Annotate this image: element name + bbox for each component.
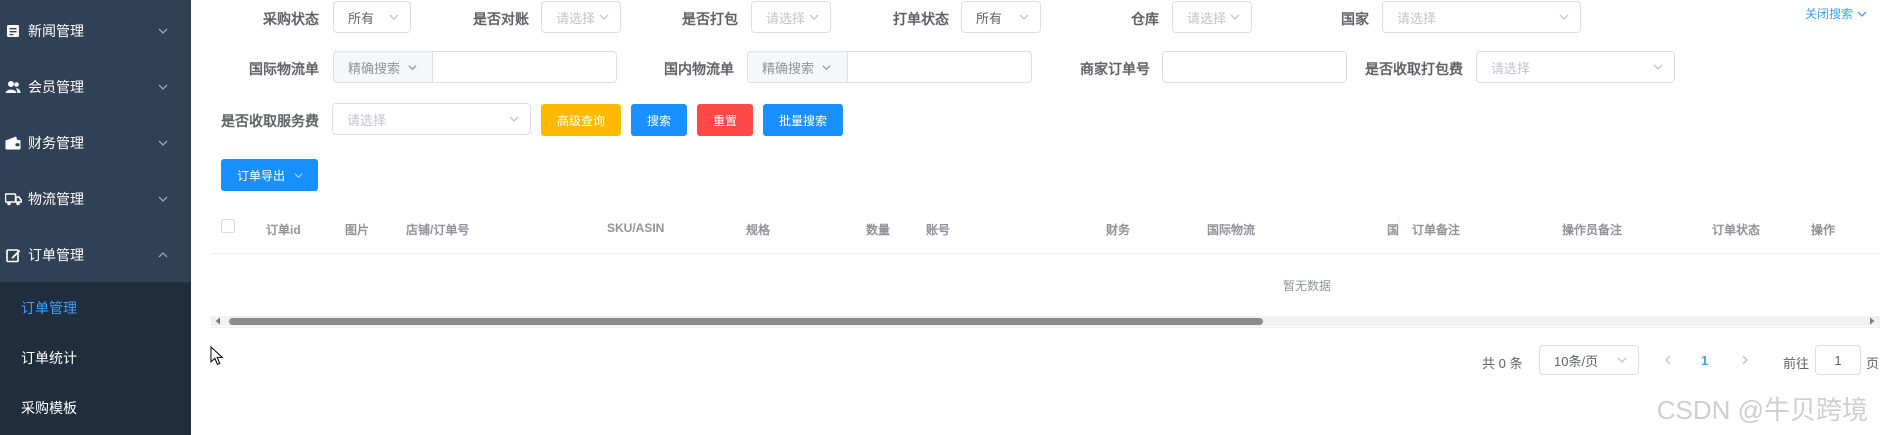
- select-value: 所有: [348, 10, 375, 26]
- column-header: 操作员备注: [1562, 223, 1623, 237]
- column-header: 国际物流: [1207, 223, 1256, 237]
- print-status-label: 打单状态: [893, 11, 949, 27]
- column-header: 图片: [345, 223, 370, 237]
- packed-label: 是否打包: [682, 11, 738, 27]
- close-search-link[interactable]: 关闭搜索: [1805, 5, 1868, 22]
- print-status-select[interactable]: 所有: [961, 1, 1041, 33]
- prev-page-icon[interactable]: [1662, 354, 1674, 366]
- select-all-checkbox[interactable]: [221, 219, 235, 233]
- select-placeholder: 请选择: [1397, 10, 1437, 26]
- chevron-down-icon: [1019, 14, 1029, 20]
- select-placeholder: 请选择: [347, 112, 387, 128]
- watermark: CSDN @牛贝跨境: [1656, 395, 1868, 425]
- column-header: 规格: [746, 223, 771, 237]
- column-header: 数量: [866, 223, 891, 237]
- reconciled-select[interactable]: 请选择: [541, 1, 621, 33]
- chevron-down-icon: [599, 14, 609, 20]
- select-value: 10条/页: [1554, 353, 1599, 369]
- chevron-down-icon: [509, 116, 519, 122]
- goto-label: 前往: [1783, 356, 1810, 371]
- page-size-select[interactable]: 10条/页: [1539, 345, 1639, 375]
- domestic-tracking-mode-select[interactable]: 精确搜索: [747, 51, 848, 83]
- scroll-right-icon[interactable]: [1867, 316, 1877, 326]
- reset-button[interactable]: 重置: [697, 104, 753, 136]
- column-header: 订单id: [266, 223, 301, 237]
- chevron-down-icon: [1857, 11, 1867, 17]
- select-value: 精确搜索: [348, 60, 401, 76]
- domestic-tracking-label: 国内物流单: [664, 61, 734, 77]
- packing-fee-select[interactable]: 请选择: [1476, 51, 1675, 83]
- chevron-down-icon: [1653, 64, 1663, 70]
- order-export-button[interactable]: 订单导出: [221, 159, 318, 191]
- select-value: 精确搜索: [762, 60, 815, 76]
- chevron-down-icon: [809, 14, 819, 20]
- purchase-status-select[interactable]: 所有: [333, 1, 411, 33]
- service-fee-label: 是否收取服务费: [221, 113, 319, 129]
- select-value: 所有: [976, 10, 1003, 26]
- select-placeholder: 请选择: [556, 10, 596, 26]
- next-page-icon[interactable]: [1739, 354, 1751, 366]
- column-divider: [1398, 218, 1399, 238]
- select-placeholder: 请选择: [1187, 10, 1227, 26]
- column-header: SKU/ASIN: [607, 221, 665, 235]
- reconciled-label: 是否对账: [473, 11, 529, 27]
- table-empty-text: 暂无数据: [1283, 279, 1332, 293]
- intl-tracking-label: 国际物流单: [249, 61, 319, 77]
- pagination-total: 共 0 条: [1482, 356, 1523, 371]
- table-bottom-divider: [211, 327, 1880, 328]
- merchant-order-input[interactable]: [1162, 51, 1347, 83]
- purchase-status-label: 采购状态: [263, 11, 319, 27]
- column-header: 订单备注: [1412, 223, 1461, 237]
- order-export-label: 订单导出: [237, 168, 286, 183]
- chevron-down-icon: [294, 172, 303, 178]
- close-search-label: 关闭搜索: [1805, 7, 1854, 21]
- column-header: 订单状态: [1712, 223, 1761, 237]
- table-header-divider: [211, 253, 1880, 254]
- intl-tracking-input[interactable]: [432, 51, 617, 83]
- scroll-left-icon[interactable]: [213, 316, 223, 326]
- chevron-down-icon: [1559, 14, 1569, 20]
- domestic-tracking-input[interactable]: [847, 51, 1032, 83]
- column-header: 操作: [1811, 223, 1836, 237]
- current-page[interactable]: 1: [1701, 353, 1708, 368]
- service-fee-select[interactable]: 请选择: [332, 103, 531, 135]
- mouse-cursor-icon: [210, 346, 224, 366]
- advanced-search-button[interactable]: 高级查询: [541, 104, 621, 136]
- packing-fee-label: 是否收取打包费: [1365, 61, 1463, 77]
- merchant-order-label: 商家订单号: [1080, 61, 1150, 77]
- country-label: 国家: [1341, 11, 1369, 27]
- warehouse-label: 仓库: [1131, 11, 1159, 27]
- country-select[interactable]: 请选择: [1382, 1, 1581, 33]
- chevron-down-icon: [1230, 14, 1240, 20]
- packed-select[interactable]: 请选择: [751, 1, 831, 33]
- select-placeholder: 请选择: [766, 10, 806, 26]
- column-header: 店铺/订单号: [406, 223, 470, 237]
- intl-tracking-mode-select[interactable]: 精确搜索: [333, 51, 433, 83]
- goto-page-input[interactable]: 1: [1815, 345, 1861, 375]
- chevron-down-icon: [822, 64, 831, 70]
- page-suffix: 页: [1866, 356, 1880, 371]
- batch-search-button[interactable]: 批量搜索: [763, 104, 843, 136]
- select-placeholder: 请选择: [1491, 60, 1531, 76]
- warehouse-select[interactable]: 请选择: [1172, 1, 1252, 33]
- scrollbar-thumb[interactable]: [229, 318, 1263, 325]
- column-header: 财务: [1106, 223, 1131, 237]
- chevron-down-icon: [408, 64, 417, 70]
- chevron-down-icon: [389, 14, 399, 20]
- search-button[interactable]: 搜索: [631, 104, 687, 136]
- column-header: 账号: [926, 223, 951, 237]
- chevron-down-icon: [1617, 357, 1627, 363]
